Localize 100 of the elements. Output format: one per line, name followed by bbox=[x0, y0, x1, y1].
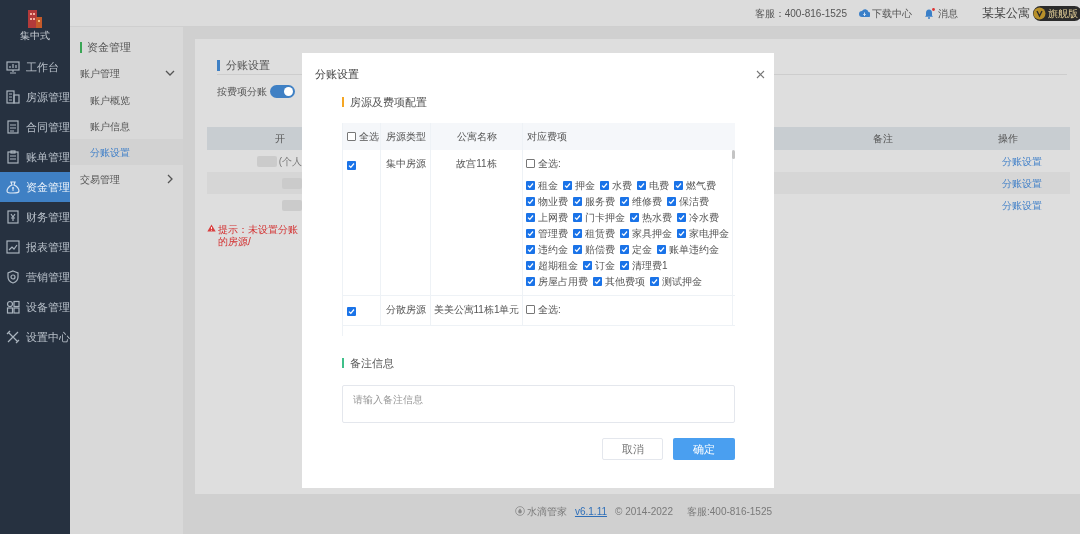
checkbox[interactable] bbox=[526, 180, 535, 190]
sidebar-item[interactable]: 工作台 bbox=[0, 52, 70, 82]
remark-field[interactable]: 请输入备注信息 bbox=[342, 385, 735, 423]
settings-link[interactable]: 分账设置 bbox=[1002, 197, 1042, 213]
settings-link[interactable]: 分账设置 bbox=[1002, 175, 1042, 191]
checkbox-label: 燃气费 bbox=[686, 178, 716, 193]
checkbox-label: 清理费1 bbox=[632, 258, 668, 273]
sidebar-item[interactable]: 设备管理 bbox=[0, 292, 70, 322]
submenu-title: 资金管理 bbox=[87, 39, 131, 55]
logo-label: 集中式 bbox=[20, 31, 50, 41]
version-link[interactable]: v6.1.11 bbox=[574, 503, 607, 519]
checkbox[interactable] bbox=[526, 305, 535, 314]
blurred-text bbox=[282, 199, 302, 211]
checkbox[interactable] bbox=[593, 276, 602, 286]
checkbox[interactable] bbox=[573, 212, 582, 222]
checkbox[interactable] bbox=[573, 228, 582, 238]
brand-name: 水滴管家 bbox=[526, 504, 567, 519]
table-cell: 美美公寓11栋1单元 bbox=[431, 296, 523, 325]
checkbox[interactable] bbox=[583, 260, 592, 270]
sidebar-item[interactable]: 房源管理 bbox=[0, 82, 70, 112]
sidebar-item[interactable]: 财务管理 bbox=[0, 202, 70, 232]
download-link[interactable]: 下载中心 bbox=[872, 5, 912, 21]
drop-logo-icon bbox=[514, 506, 525, 516]
checkbox[interactable] bbox=[526, 228, 535, 238]
checkbox[interactable] bbox=[677, 228, 686, 238]
column-header: 公寓名称 bbox=[431, 123, 523, 150]
submenu-item[interactable]: 分账设置 bbox=[70, 139, 183, 165]
checkbox-label: 家具押金 bbox=[632, 226, 672, 241]
checkbox-label: 押金 bbox=[575, 178, 595, 193]
copyright: © 2014-2022 bbox=[615, 504, 673, 519]
checkbox-label: 维修费 bbox=[632, 194, 662, 209]
checkbox[interactable] bbox=[526, 260, 535, 270]
checkbox[interactable] bbox=[677, 212, 686, 222]
dialog-title: 分账设置 bbox=[315, 66, 359, 82]
checkbox-label: 上网费 bbox=[538, 210, 568, 225]
checkbox[interactable] bbox=[526, 212, 535, 222]
warning-text: 提示：未设置分账的房源/ bbox=[218, 224, 299, 248]
checkbox-label: 测试押金 bbox=[662, 274, 702, 289]
checkbox-label: 房屋占用费 bbox=[538, 274, 588, 289]
checkbox[interactable] bbox=[573, 244, 582, 254]
checkbox-label: 账单违约金 bbox=[669, 242, 719, 257]
sidebar-item[interactable]: 营销管理 bbox=[0, 262, 70, 292]
checkbox[interactable] bbox=[573, 196, 582, 206]
monitor-icon bbox=[6, 60, 20, 74]
chevron-icon bbox=[165, 68, 175, 78]
checkbox[interactable] bbox=[526, 244, 535, 254]
section-title: 房源及费项配置 bbox=[350, 94, 427, 110]
checkbox[interactable] bbox=[563, 180, 572, 190]
checkbox-label: 水费 bbox=[612, 178, 632, 193]
settings-link[interactable]: 分账设置 bbox=[1002, 153, 1042, 169]
blurred-text bbox=[282, 177, 302, 189]
submenu-group[interactable]: 交易管理 bbox=[70, 165, 183, 193]
checkbox-label: 热水费 bbox=[642, 210, 672, 225]
submenu-item[interactable]: 账户概览 bbox=[70, 87, 183, 113]
checkbox[interactable] bbox=[600, 180, 609, 190]
checkbox[interactable] bbox=[526, 196, 535, 206]
sidebar-item[interactable]: 合同管理 bbox=[0, 112, 70, 142]
messages-link[interactable]: 消息 bbox=[938, 5, 958, 21]
shield-icon bbox=[6, 270, 20, 284]
sidebar-item[interactable]: 资金管理 bbox=[0, 172, 70, 202]
checkbox[interactable] bbox=[630, 212, 639, 222]
checkbox[interactable] bbox=[667, 196, 676, 206]
service-phone: 客服：400-816-1525 bbox=[754, 6, 847, 21]
toggle-switch[interactable] bbox=[270, 85, 295, 98]
checkbox[interactable] bbox=[620, 260, 629, 270]
page-title: 分账设置 bbox=[226, 58, 270, 74]
checkbox-label: 定金 bbox=[632, 242, 652, 257]
clipboard-icon bbox=[6, 150, 20, 164]
submenu-item[interactable]: 账户信息 bbox=[70, 113, 183, 139]
chart-icon bbox=[6, 240, 20, 254]
sidebar-item[interactable]: 报表管理 bbox=[0, 232, 70, 262]
checkbox[interactable] bbox=[657, 244, 666, 254]
ledger-icon bbox=[6, 210, 20, 224]
checkbox-label: 管理费 bbox=[538, 226, 568, 241]
checkbox[interactable] bbox=[620, 244, 629, 254]
checkbox[interactable] bbox=[674, 180, 683, 190]
sidebar-item[interactable]: 账单管理 bbox=[0, 142, 70, 172]
checkbox-label: 全选: bbox=[538, 303, 561, 317]
checkbox[interactable] bbox=[620, 228, 629, 238]
tools-icon bbox=[6, 330, 20, 344]
cloud-download-icon bbox=[859, 8, 870, 18]
checkbox[interactable] bbox=[526, 276, 535, 286]
checkbox-label: 租赁费 bbox=[585, 226, 615, 241]
submenu-group[interactable]: 账户管理 bbox=[70, 59, 183, 87]
toggle-label: 按费项分账 bbox=[217, 85, 267, 99]
chevron-icon bbox=[165, 174, 175, 184]
checkbox[interactable] bbox=[526, 159, 535, 168]
table-cell: 集中房源 bbox=[381, 150, 431, 295]
cancel-button[interactable]: 取消 bbox=[602, 438, 663, 460]
checkbox-label: 家电押金 bbox=[689, 226, 729, 241]
checkbox[interactable] bbox=[620, 196, 629, 206]
checkbox[interactable] bbox=[637, 180, 646, 190]
sidebar-item[interactable]: 设置中心 bbox=[0, 322, 70, 352]
checkbox[interactable] bbox=[347, 132, 356, 141]
table-cell: 故宫11栋 bbox=[431, 150, 523, 295]
table-cell: 分散房源 bbox=[381, 296, 431, 325]
money-bag-icon bbox=[6, 180, 20, 194]
service-phone: 客服:400-816-1525 bbox=[687, 504, 773, 519]
scrollbar-thumb[interactable] bbox=[732, 150, 735, 159]
checkbox[interactable] bbox=[650, 276, 659, 286]
